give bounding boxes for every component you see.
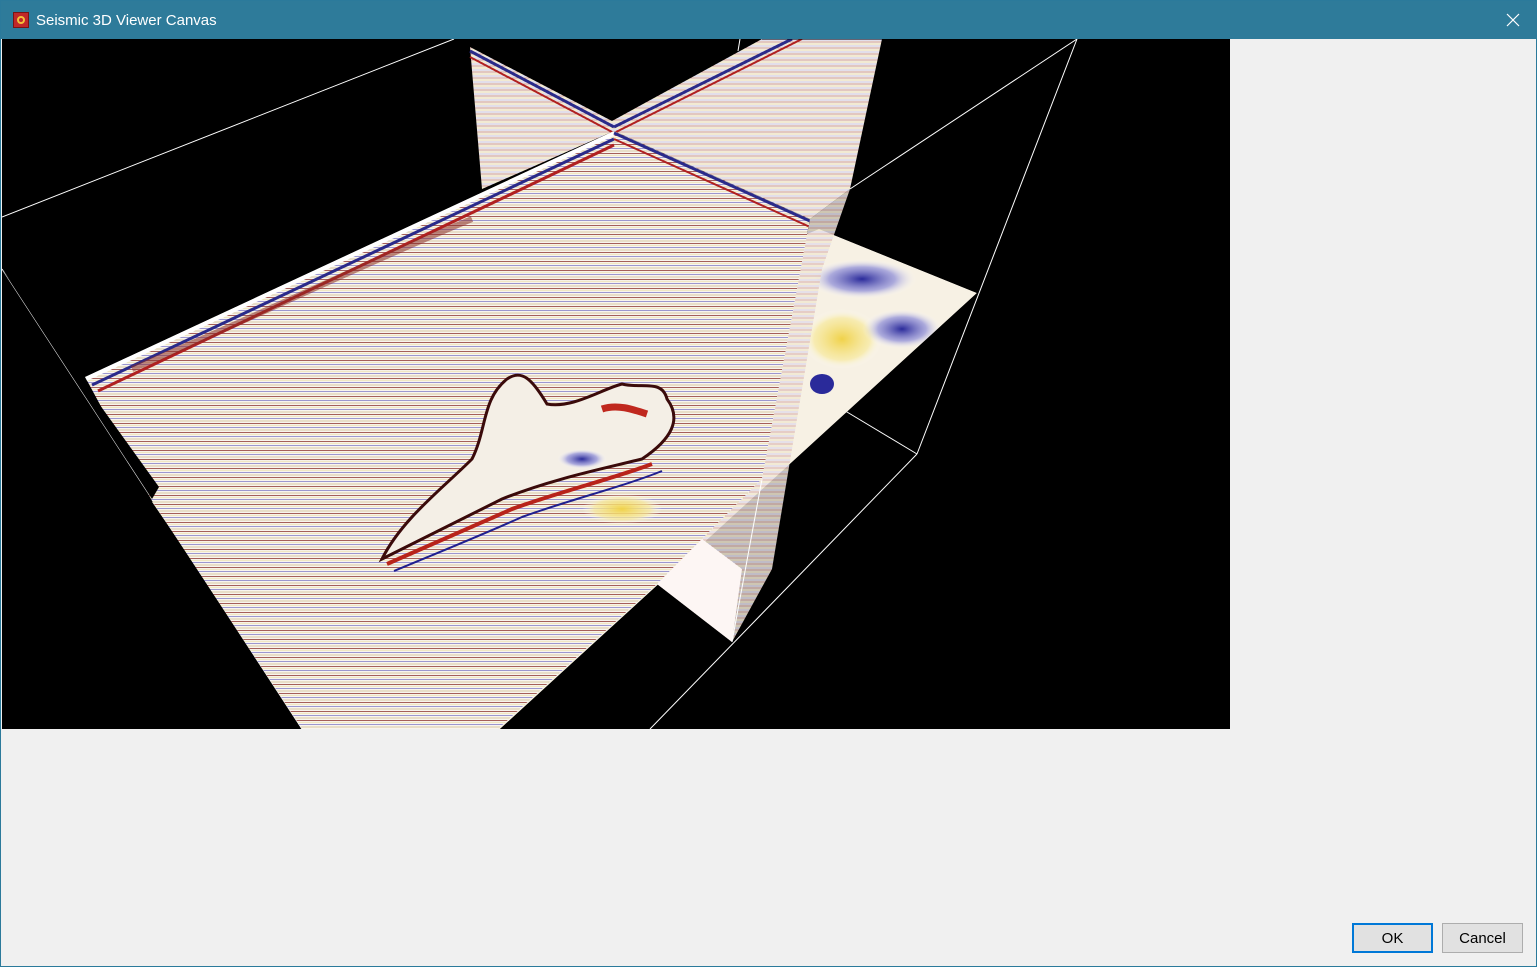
seismic-section-front [85, 131, 810, 729]
seismic-3d-canvas[interactable] [2, 39, 1230, 729]
cancel-button[interactable]: Cancel [1442, 923, 1523, 953]
ok-button[interactable]: OK [1352, 923, 1433, 953]
app-logo-icon [13, 12, 29, 28]
close-button[interactable] [1490, 1, 1536, 39]
seismic-3d-scene [2, 39, 1078, 729]
title-bar: Seismic 3D Viewer Canvas [1, 1, 1536, 39]
window-title: Seismic 3D Viewer Canvas [36, 12, 217, 29]
dialog-window: Seismic 3D Viewer Canvas OK Cancel [0, 0, 1537, 967]
close-icon [1506, 13, 1520, 27]
